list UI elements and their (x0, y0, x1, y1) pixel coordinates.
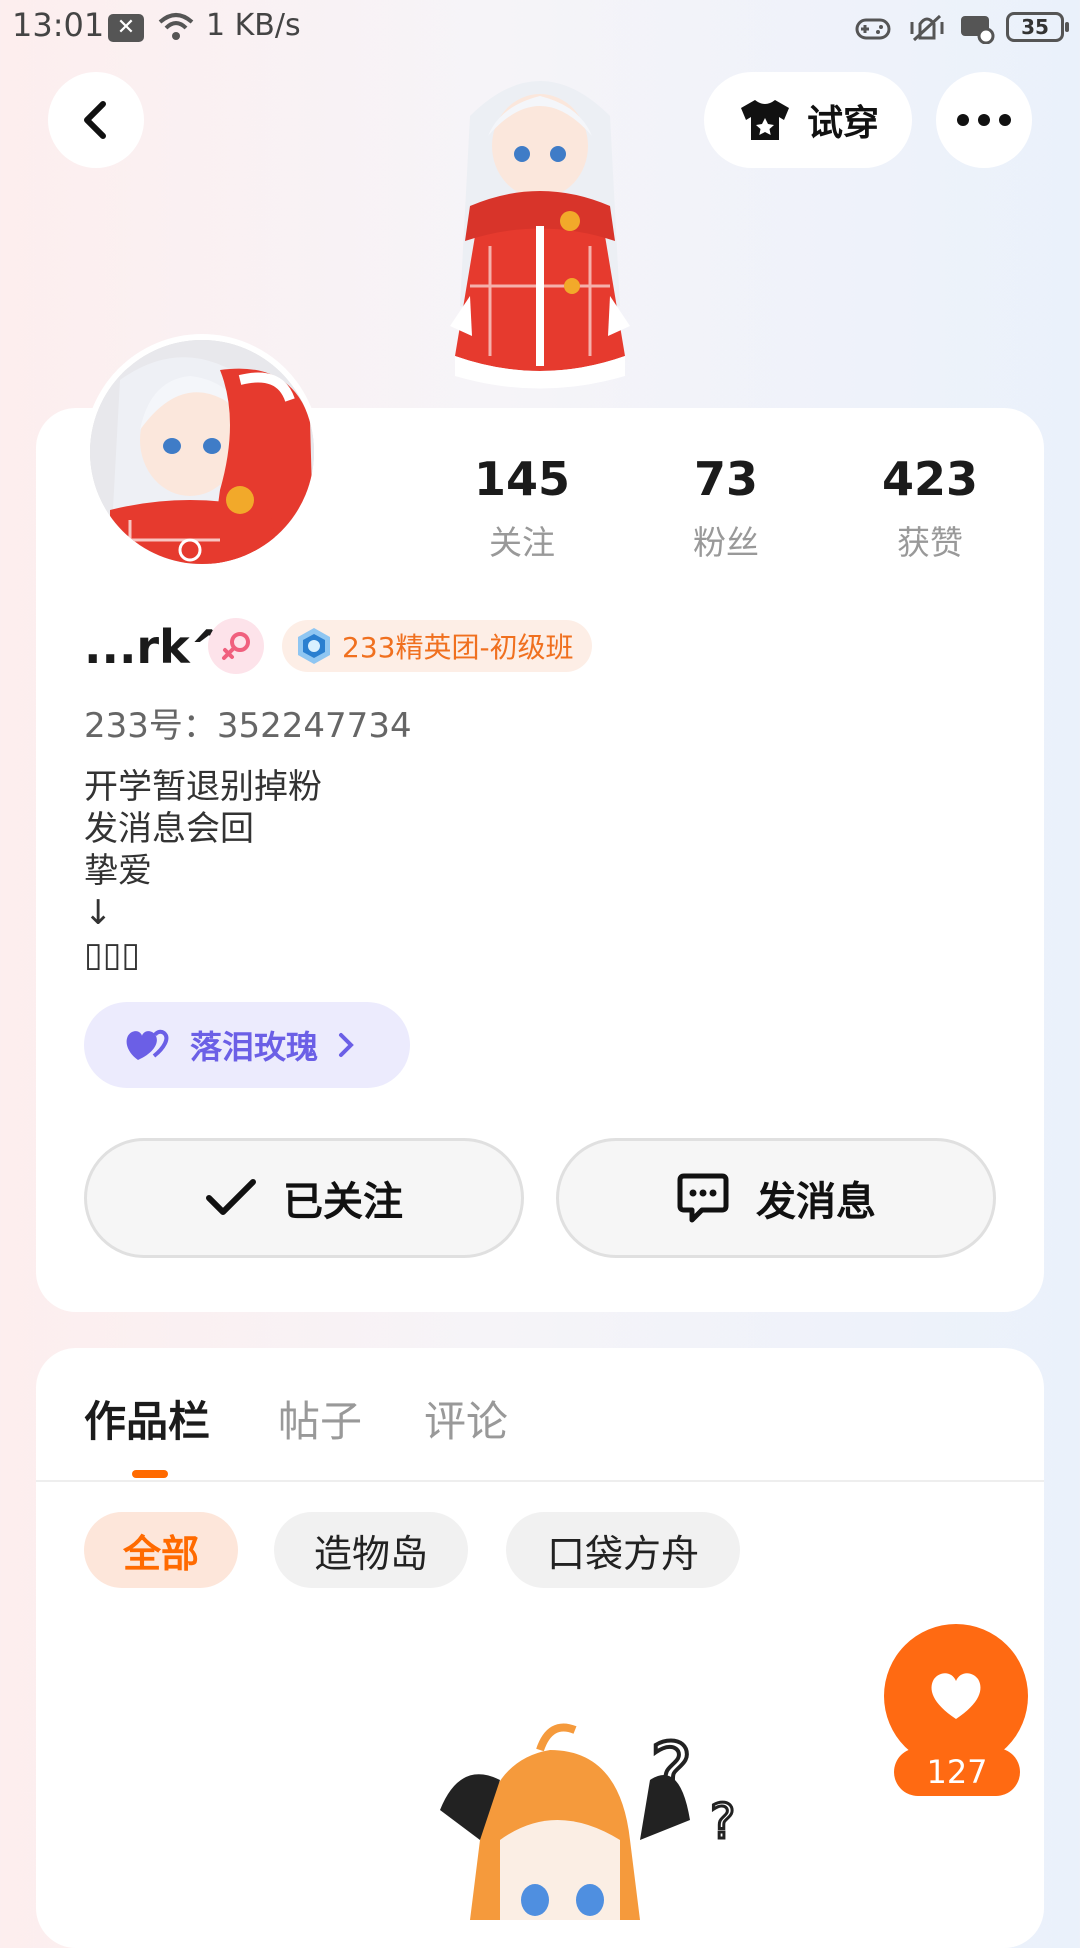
network-speed: 1 KB/s (206, 8, 301, 43)
active-tab-indicator (132, 1470, 168, 1478)
followed-button[interactable]: 已关注 (84, 1138, 524, 1258)
try-on-label: 试穿 (806, 103, 879, 144)
vibrate-icon (910, 14, 944, 42)
character-avatar-figure (450, 81, 630, 389)
shirt-icon (740, 100, 789, 140)
filter-pocket-ark[interactable]: 口袋方舟 (506, 1512, 740, 1588)
notification-x-icon: ✕ (108, 14, 144, 42)
more-dots-icon (957, 114, 1011, 126)
tab-comments[interactable]: 评论 (424, 1388, 508, 1449)
bio-text: 开学暂退别掉粉 发消息会回 挚爱 ↓ ▯▯▯ (84, 767, 322, 975)
avatar[interactable] (84, 334, 320, 570)
stat-following[interactable]: 145 关注 (432, 452, 612, 564)
svg-text:?: ? (650, 1726, 692, 1819)
gamepad-icon (855, 18, 891, 40)
likes-count: 423 (881, 452, 979, 506)
avatar-image (90, 340, 314, 564)
tab-works[interactable]: 作品栏 (84, 1388, 210, 1449)
like-count: 127 (894, 1748, 1020, 1796)
likes-label: 获赞 (897, 523, 963, 562)
chat-bubble-icon (677, 1173, 729, 1223)
stat-likes[interactable]: 423 获赞 (840, 452, 1020, 564)
username: ...rk^ (84, 620, 229, 674)
tab-posts[interactable]: 帖子 (278, 1388, 362, 1449)
wifi-icon (158, 13, 194, 40)
back-button[interactable] (48, 72, 144, 168)
svg-text:?: ? (710, 1794, 735, 1850)
stat-fans[interactable]: 73 粉丝 (636, 452, 816, 564)
heart-icon (931, 1673, 981, 1719)
message-off-icon (961, 16, 995, 44)
chevron-left-icon (84, 101, 106, 139)
female-icon (222, 632, 250, 660)
relationship-label: 落泪玫瑰 (190, 1028, 319, 1066)
medal-icon (298, 628, 330, 664)
try-on-button[interactable]: 试穿 (704, 72, 912, 168)
followed-label: 已关注 (283, 1179, 403, 1225)
elite-group-badge[interactable]: 233精英团-初级班 (282, 620, 592, 672)
tab-divider (36, 1480, 1044, 1482)
status-bar: 13:01 ✕ 1 KB/s 35 (0, 0, 1080, 56)
following-count: 145 (473, 452, 571, 506)
user-id: 233号：352247734 (84, 706, 412, 746)
empty-state-mascot-illustration: ? ? (440, 1723, 737, 1920)
status-time: 13:01 (12, 6, 105, 44)
fans-count: 73 (693, 452, 758, 506)
chevron-right-icon (339, 1033, 354, 1057)
following-label: 关注 (489, 523, 555, 562)
fans-label: 粉丝 (693, 523, 759, 562)
double-heart-icon (126, 1029, 169, 1060)
gender-badge (208, 618, 264, 674)
filter-all[interactable]: 全部 (84, 1512, 238, 1588)
badge-label: 233精英团-初级班 (342, 631, 574, 664)
battery-indicator: 35 (1006, 12, 1069, 42)
check-icon (206, 1179, 256, 1215)
like-button[interactable] (884, 1624, 1028, 1768)
send-message-button[interactable]: 发消息 (556, 1138, 996, 1258)
more-options-button[interactable] (936, 72, 1032, 168)
send-message-label: 发消息 (756, 1179, 876, 1225)
filter-creation-island[interactable]: 造物岛 (274, 1512, 468, 1588)
relationship-tag[interactable]: 落泪玫瑰 (84, 1002, 410, 1088)
